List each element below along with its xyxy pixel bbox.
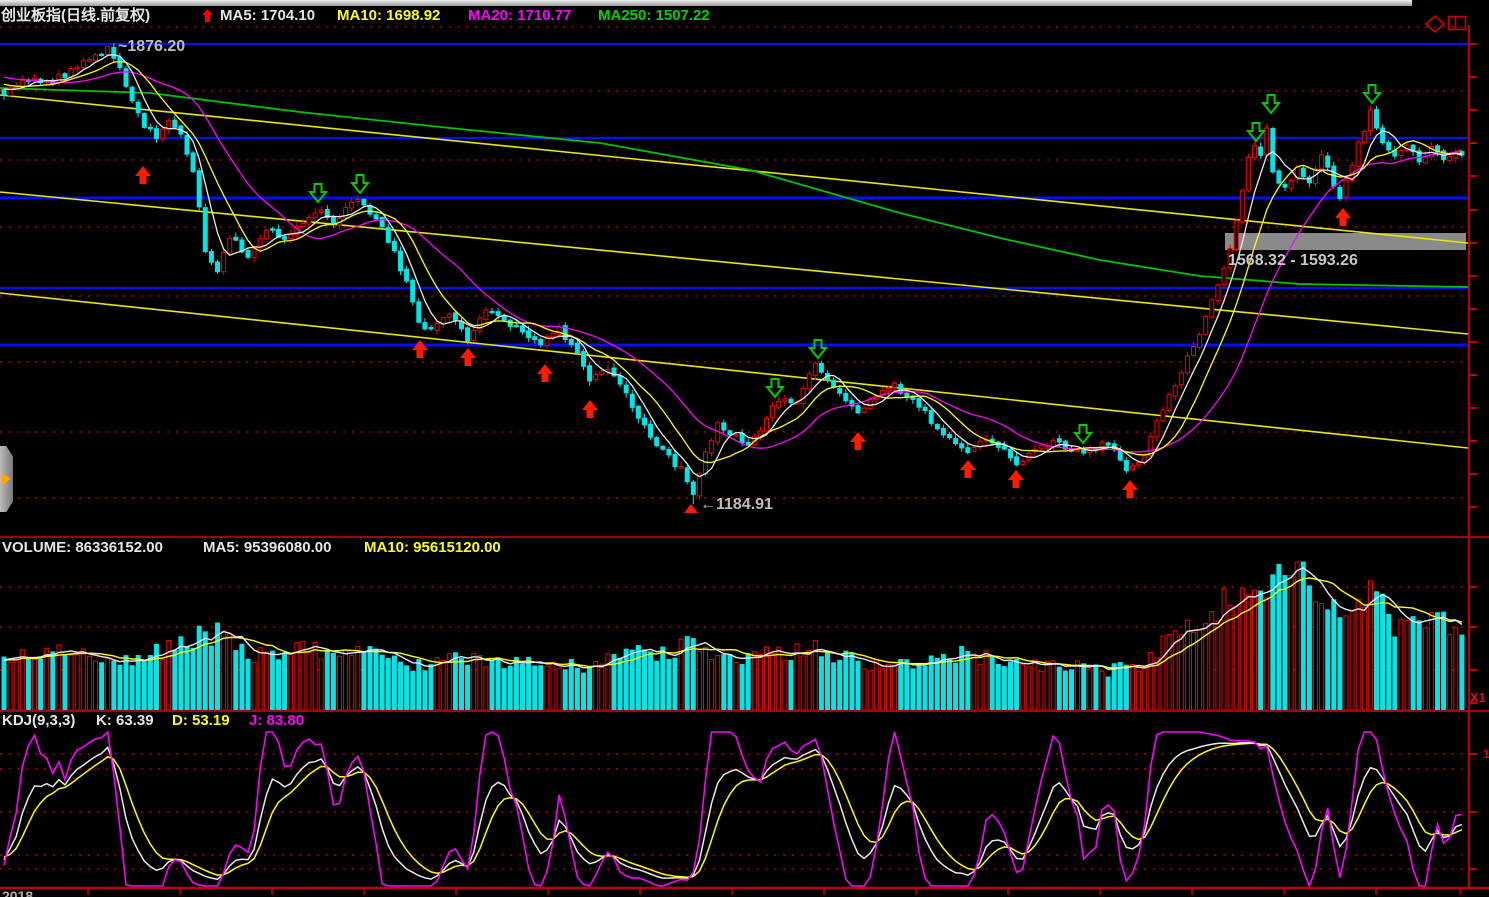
main-candlestick-chart[interactable] bbox=[0, 25, 1468, 537]
gap-range-label: 1568.32 - 1593.26 bbox=[1228, 252, 1358, 270]
ma5-value: MA5: 1704.10 bbox=[220, 7, 315, 24]
window-top-strip bbox=[0, 0, 1412, 6]
ma20-value: MA20: 1710.77 bbox=[468, 7, 571, 24]
high-price-label: ~1876.20 bbox=[118, 38, 185, 56]
volume-value: VOLUME: 86336152.00 bbox=[2, 539, 163, 556]
volume-ma5-value: MA5: 95396080.00 bbox=[203, 539, 331, 556]
volume-scale-label: X1 bbox=[1470, 690, 1486, 705]
volume-ma10-value: MA10: 95615120.00 bbox=[364, 539, 501, 556]
kdj-line-chart[interactable] bbox=[0, 713, 1468, 887]
date-axis-year-label: 2018 bbox=[2, 888, 33, 897]
low-price-label: ←1184.91 bbox=[700, 496, 773, 514]
kdj-scale-partial-label: 1 bbox=[1483, 747, 1489, 761]
up-trend-arrow-icon bbox=[201, 8, 214, 23]
expand-arrow-icon bbox=[2, 473, 11, 485]
ma10-value: MA10: 1698.92 bbox=[337, 7, 440, 24]
volume-bar-chart[interactable] bbox=[0, 556, 1468, 710]
sidebar-expand-tab[interactable] bbox=[0, 446, 13, 512]
ma250-value: MA250: 1507.22 bbox=[598, 7, 710, 24]
trading-app-window: 创业板指(日线.前复权) MA5: 1704.10 MA10: 1698.92 … bbox=[0, 0, 1489, 897]
instrument-title: 创业板指(日线.前复权) bbox=[1, 7, 150, 24]
